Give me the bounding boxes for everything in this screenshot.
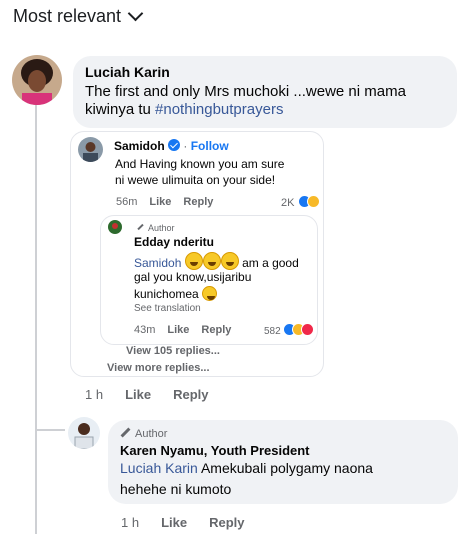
nested-text-line3: kunichomea <box>134 286 218 301</box>
thread-line <box>35 104 37 534</box>
love-reaction-icon <box>301 323 315 336</box>
comment-actions: 1 h Like Reply <box>85 387 209 402</box>
reply-text-line1: And Having known you am sure <box>115 157 285 171</box>
avatar-luciah-karin[interactable] <box>12 55 62 105</box>
comment-bubble-2: Author Karen Nyamu, Youth President Luci… <box>108 420 458 504</box>
comment2-text-rest: Amekubali polygamy naona <box>197 460 373 476</box>
avatar-edday[interactable] <box>108 220 122 234</box>
comment2-text-line1: Luciah Karin Amekubali polygamy naona <box>120 460 373 476</box>
comment-text-line2: kiwinya tu #nothingbutprayers <box>85 101 283 118</box>
haha-reaction-icon <box>306 195 320 208</box>
thread-branch <box>35 429 65 431</box>
verified-badge-icon <box>168 139 181 151</box>
reply-text-line2: ni wewe ulimuita on your side! <box>115 173 276 187</box>
view-105-replies-link[interactable]: View 105 replies... <box>126 345 220 357</box>
nested-reactions-summary[interactable]: 582 <box>264 323 315 337</box>
hashtag-link[interactable]: #nothingbutprayers <box>155 101 283 118</box>
pencil-icon <box>120 427 131 438</box>
comment-time: 1 h <box>85 387 104 402</box>
comment-text-line1: The first and only Mrs muchoki ...wewe n… <box>85 83 406 100</box>
like-button[interactable]: Like <box>149 196 171 208</box>
nested-actions: 43m Like Reply <box>134 324 231 336</box>
reply-button[interactable]: Reply <box>209 515 244 530</box>
laughing-emoji-icon <box>220 252 239 270</box>
like-button[interactable]: Like <box>167 324 189 336</box>
sort-label: Most relevant <box>13 6 122 26</box>
comment-author-2[interactable]: Karen Nyamu, Youth President <box>120 443 310 458</box>
reactions-count: 2K <box>281 197 295 209</box>
pencil-icon <box>137 223 144 231</box>
laughing-emoji-icon <box>202 252 221 270</box>
see-translation-link[interactable]: See translation <box>134 303 201 314</box>
comment2-time: 1 h <box>121 515 140 530</box>
author-badge-2: Author <box>120 427 168 440</box>
comment2-actions: 1 h Like Reply <box>121 515 245 530</box>
mention-luciah-karin[interactable]: Luciah Karin <box>120 460 198 476</box>
comment-bubble: Luciah Karin The first and only Mrs much… <box>73 56 457 128</box>
mention-samidoh[interactable]: Samidoh <box>134 256 181 270</box>
view-more-replies-link[interactable]: View more replies... <box>107 362 210 374</box>
avatar-samidoh[interactable] <box>78 137 103 162</box>
nested-reactions-count: 582 <box>264 326 281 337</box>
avatar-karen-nyamu[interactable] <box>68 417 100 449</box>
author-badge: Author <box>137 223 175 233</box>
comment-text-plain: kiwinya tu <box>85 101 156 118</box>
nested-text-line1: Samidoh am a good <box>134 252 299 270</box>
chevron-down-icon <box>127 5 144 22</box>
reply-time: 56m <box>116 196 138 208</box>
nested-text-rest: am a good <box>242 256 299 270</box>
reply-author: Samidoh · Follow <box>114 139 229 153</box>
like-button[interactable]: Like <box>161 515 187 530</box>
comment2-text-line2: hehehe ni kumoto <box>120 481 232 497</box>
reply-button[interactable]: Reply <box>183 196 213 208</box>
reply-button[interactable]: Reply <box>201 324 231 336</box>
sort-dropdown[interactable]: Most relevant <box>13 5 144 27</box>
laughing-emoji-icon <box>184 252 203 270</box>
nested-text-line3-text: kunichomea <box>134 287 199 301</box>
follow-button[interactable]: Follow <box>191 139 229 153</box>
nested-author[interactable]: Edday nderitu <box>134 235 214 249</box>
author-badge-label: Author <box>148 223 175 233</box>
author-badge-label-2: Author <box>135 428 168 440</box>
reply-actions: 56m Like Reply <box>116 196 213 208</box>
nested-time: 43m <box>134 324 156 336</box>
reply-button[interactable]: Reply <box>173 387 208 402</box>
nested-text-line2: gal you know,usijaribu <box>134 270 252 284</box>
reply-author-name[interactable]: Samidoh <box>114 139 165 153</box>
like-button[interactable]: Like <box>125 387 151 402</box>
grin-emoji-icon <box>202 286 218 301</box>
reactions-summary[interactable]: 2K <box>281 195 320 209</box>
comment-author[interactable]: Luciah Karin <box>85 64 170 80</box>
